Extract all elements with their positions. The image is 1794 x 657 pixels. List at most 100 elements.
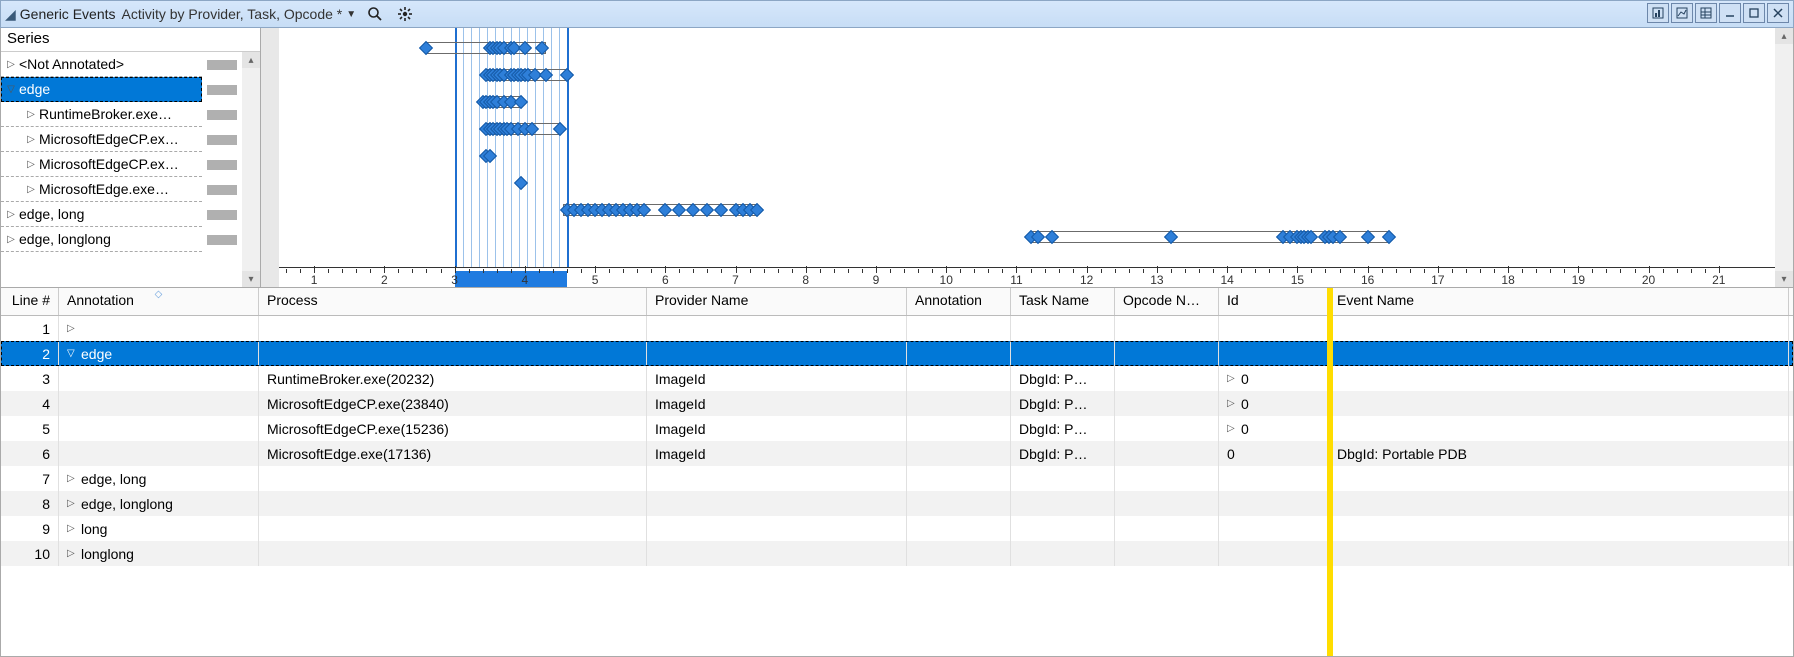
cell-line: 4	[1, 391, 59, 416]
cell-provider	[647, 341, 907, 366]
cell-line: 7	[1, 466, 59, 491]
graph-view-icon[interactable]	[1671, 3, 1693, 23]
axis-tick-label: 9	[873, 273, 880, 287]
col-process[interactable]: Process	[259, 288, 647, 315]
cell-line: 2	[1, 341, 59, 366]
series-item[interactable]: ▷<Not Annotated>	[1, 52, 202, 77]
series-item[interactable]: ▷RuntimeBroker.exe…	[1, 102, 202, 127]
freeze-divider[interactable]	[1327, 288, 1333, 656]
series-header: Series	[1, 28, 260, 52]
axis-tick-label: 16	[1361, 273, 1374, 287]
table-row[interactable]: 10▷longlong	[1, 541, 1793, 566]
expand-icon[interactable]: ▷	[1227, 398, 1239, 409]
selection-region[interactable]	[455, 271, 567, 287]
cell-provider	[647, 316, 907, 341]
table-row[interactable]: 1▷	[1, 316, 1793, 341]
cell-opcode	[1115, 516, 1219, 541]
expand-icon[interactable]: ▷	[67, 523, 79, 534]
chart-lane	[279, 171, 1775, 196]
table-row[interactable]: 3RuntimeBroker.exe (20232)ImageIdDbgId: …	[1, 366, 1793, 391]
cell-task: DbgId: P…	[1011, 441, 1115, 466]
scroll-up-icon[interactable]: ▴	[242, 52, 260, 68]
axis-tick-label: 4	[521, 273, 528, 287]
expand-icon[interactable]: ▷	[67, 498, 79, 509]
axis-tick-label: 14	[1220, 273, 1233, 287]
chevron-right-icon[interactable]: ▷	[25, 134, 37, 145]
timeline-chart[interactable]: 123456789101112131415161718192021 ▴ ▾	[261, 28, 1793, 287]
cell-annotation2	[907, 466, 1011, 491]
series-item[interactable]: ▷edge, long	[1, 202, 202, 227]
col-line[interactable]: Line #	[1, 288, 59, 315]
cell-line: 1	[1, 316, 59, 341]
cell-task	[1011, 541, 1115, 566]
upper-pane: Series ▷<Not Annotated>▽edge▷RuntimeBrok…	[0, 28, 1794, 288]
col-annotation2[interactable]: Annotation	[907, 288, 1011, 315]
scroll-down-icon[interactable]: ▾	[242, 271, 260, 287]
axis-tick-label: 21	[1712, 273, 1725, 287]
chart-view-icon[interactable]	[1647, 3, 1669, 23]
cell-id-text: 0	[1241, 371, 1249, 387]
chevron-right-icon[interactable]: ▷	[5, 209, 17, 220]
chart-scrollbar[interactable]: ▴ ▾	[1775, 28, 1793, 287]
minimize-icon[interactable]	[1719, 3, 1741, 23]
cell-line: 3	[1, 366, 59, 391]
table-row[interactable]: 2▽edge	[1, 341, 1793, 366]
cell-process	[259, 491, 647, 516]
cell-opcode	[1115, 341, 1219, 366]
scroll-up-icon[interactable]: ▴	[1775, 28, 1793, 44]
expand-icon[interactable]: ▷	[67, 473, 79, 484]
close-icon[interactable]	[1767, 3, 1789, 23]
series-item[interactable]: ▷MicrosoftEdgeCP.ex…	[1, 152, 202, 177]
data-table: Line # Annotation Process Provider Name …	[0, 288, 1794, 657]
table-row[interactable]: 8▷edge, longlong	[1, 491, 1793, 516]
table-view-icon[interactable]	[1695, 3, 1717, 23]
table-row[interactable]: 6MicrosoftEdge.exe (17136)ImageIdDbgId: …	[1, 441, 1793, 466]
expand-icon[interactable]: ▽	[67, 348, 79, 359]
expand-icon[interactable]: ▷	[1227, 373, 1239, 384]
cell-task	[1011, 516, 1115, 541]
series-item[interactable]: ▽edge	[1, 77, 202, 102]
col-annotation[interactable]: Annotation	[59, 288, 259, 315]
chevron-right-icon[interactable]: ▷	[5, 234, 17, 245]
collapse-triangle-icon[interactable]: ◢	[5, 6, 16, 23]
cell-annotation	[59, 441, 259, 466]
chevron-right-icon[interactable]: ▷	[25, 109, 37, 120]
cell-annotation2	[907, 366, 1011, 391]
chevron-right-icon[interactable]: ▷	[5, 59, 17, 70]
maximize-icon[interactable]	[1743, 3, 1765, 23]
chevron-right-icon[interactable]: ▷	[25, 184, 37, 195]
col-provider[interactable]: Provider Name	[647, 288, 907, 315]
expand-icon[interactable]: ▷	[67, 548, 79, 559]
cell-process	[259, 316, 647, 341]
expand-icon[interactable]: ▷	[1227, 423, 1239, 434]
series-item[interactable]: ▷MicrosoftEdgeCP.ex…	[1, 127, 202, 152]
expand-icon[interactable]: ▷	[67, 323, 79, 334]
table-header-row: Line # Annotation Process Provider Name …	[1, 288, 1793, 316]
axis-tick-label: 1	[311, 273, 318, 287]
event-marker[interactable]	[514, 176, 528, 190]
table-row[interactable]: 9▷long	[1, 516, 1793, 541]
gear-icon[interactable]	[394, 3, 416, 25]
table-row[interactable]: 4MicrosoftEdgeCP.exe (23840)ImageIdDbgId…	[1, 391, 1793, 416]
series-item[interactable]: ▷edge, longlong	[1, 227, 202, 252]
chevron-down-icon[interactable]: ▽	[5, 84, 17, 95]
table-row[interactable]: 7 ▷edge, long	[1, 466, 1793, 491]
series-item[interactable]: ▷MicrosoftEdge.exe…	[1, 177, 202, 202]
col-id[interactable]: Id	[1219, 288, 1329, 315]
preset-dropdown-icon[interactable]: ▼	[346, 9, 356, 20]
col-opcode[interactable]: Opcode N…	[1115, 288, 1219, 315]
chart-lane	[279, 90, 1775, 115]
scroll-down-icon[interactable]: ▾	[1775, 271, 1793, 287]
col-task[interactable]: Task Name	[1011, 288, 1115, 315]
col-event[interactable]: Event Name	[1329, 288, 1789, 315]
cell-event	[1329, 391, 1789, 416]
axis-tick-label: 7	[732, 273, 739, 287]
cell-process: MicrosoftEdge.exe (17136)	[259, 441, 647, 466]
cell-annotation-text: edge, long	[81, 471, 146, 487]
series-scrollbar[interactable]: ▴ ▾	[242, 52, 260, 287]
cell-task	[1011, 466, 1115, 491]
chevron-right-icon[interactable]: ▷	[25, 159, 37, 170]
cell-event	[1329, 516, 1789, 541]
table-row[interactable]: 5MicrosoftEdgeCP.exe (15236)ImageIdDbgId…	[1, 416, 1793, 441]
search-icon[interactable]	[364, 3, 386, 25]
